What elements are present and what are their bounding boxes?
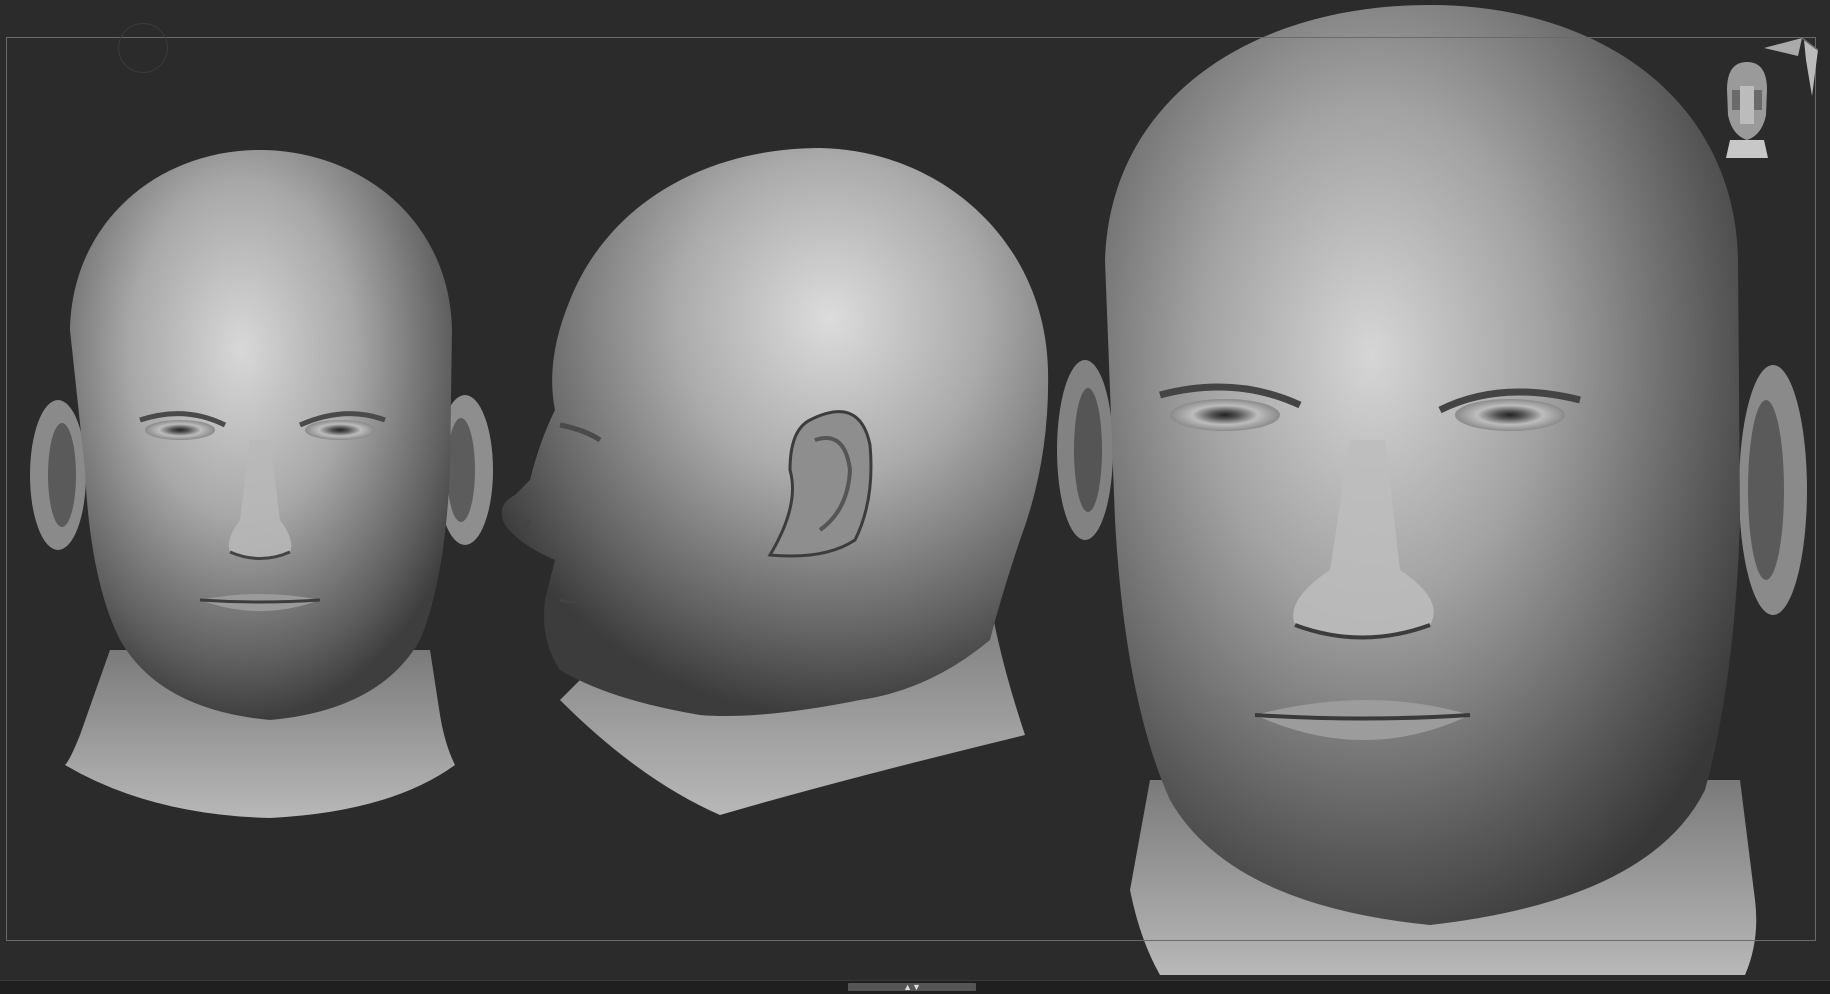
sculpt-models bbox=[30, 5, 1807, 975]
tray-toggle-handle[interactable]: ▲▼ bbox=[848, 982, 976, 992]
profile-view-head bbox=[501, 148, 1049, 815]
canvas-viewport[interactable] bbox=[0, 0, 1830, 980]
closeup-view-head bbox=[1057, 5, 1807, 975]
tray-toggle-arrows-icon[interactable]: ▲▼ bbox=[898, 982, 926, 992]
perspective-arrows-icon[interactable] bbox=[1762, 36, 1822, 96]
front-view-head bbox=[30, 150, 493, 818]
gyro-circle-indicator bbox=[118, 23, 168, 73]
